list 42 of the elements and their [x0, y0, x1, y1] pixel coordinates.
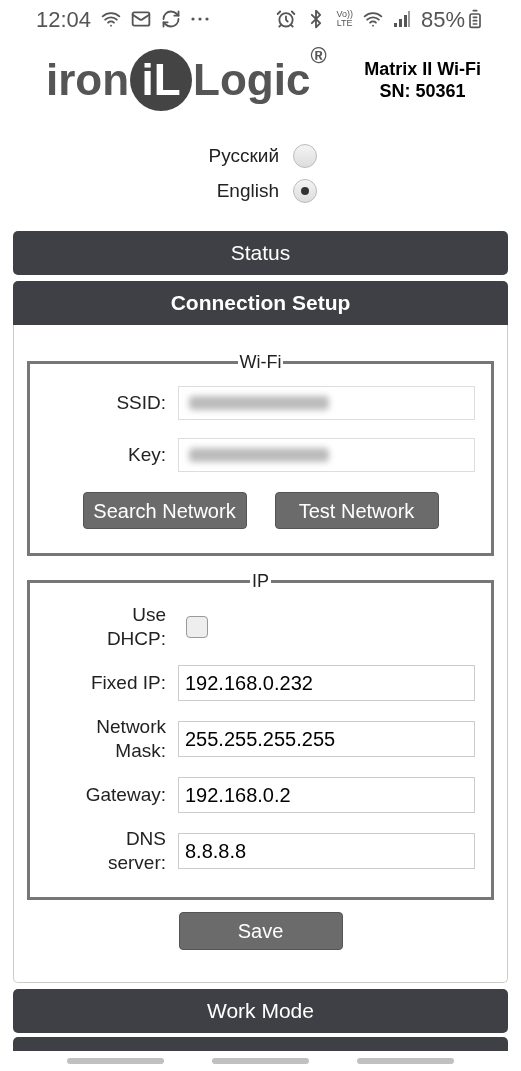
input-field[interactable]: 192.168.0.232 [178, 665, 475, 701]
status-time: 12:04 [36, 5, 92, 34]
language-radio[interactable] [293, 144, 317, 169]
dhcp-checkbox[interactable] [186, 616, 208, 638]
volte-label: Vo)) LTE [336, 10, 353, 28]
field-label: Gateway: [84, 783, 166, 807]
section-header[interactable]: Status [13, 231, 508, 275]
mail-icon [131, 9, 152, 29]
input-field[interactable]: 192.168.0.2 [178, 777, 475, 813]
sync-icon [161, 9, 182, 29]
more-icon [191, 17, 210, 21]
input-field[interactable]: 255.255.255.255 [178, 721, 475, 757]
input-field[interactable] [178, 438, 475, 472]
wifi-icon [101, 9, 122, 29]
nav-pill[interactable] [67, 1058, 164, 1064]
wifi-icon [362, 9, 383, 29]
battery-percent: 85% [420, 5, 465, 34]
group-legend: IP [250, 568, 271, 595]
field-label: SSID: [115, 391, 166, 415]
serial-number: SN: 50361 [379, 80, 466, 102]
nav-pill[interactable] [212, 1058, 309, 1064]
input-field[interactable]: 8.8.8.8 [178, 833, 475, 869]
field-label: Network Mask: [95, 715, 166, 763]
group-legend: Wi-Fi [237, 349, 284, 376]
input-field[interactable] [178, 386, 475, 420]
network-button[interactable]: Test Network [274, 492, 439, 529]
network-button[interactable]: Search Network [82, 492, 247, 529]
alarm-icon [276, 9, 297, 29]
field-label: Use DHCP: [105, 603, 166, 651]
field-label: Fixed IP: [90, 671, 166, 695]
save-button[interactable]: Save [178, 912, 343, 950]
nav-pill[interactable] [357, 1058, 454, 1064]
language-label: English [216, 178, 279, 203]
section-header[interactable]: Work Mode [13, 989, 508, 1033]
field-label: Key: [126, 443, 166, 467]
field-label: DNS server: [106, 827, 166, 875]
language-label: Русский [208, 144, 279, 168]
section-header[interactable]: Connection Setup [13, 281, 508, 325]
language-radio[interactable] [293, 178, 317, 203]
company-logo: iron iL Logic® [46, 49, 327, 111]
signal-icon [392, 10, 411, 28]
device-model: Matrix II Wi-Fi [364, 58, 481, 80]
